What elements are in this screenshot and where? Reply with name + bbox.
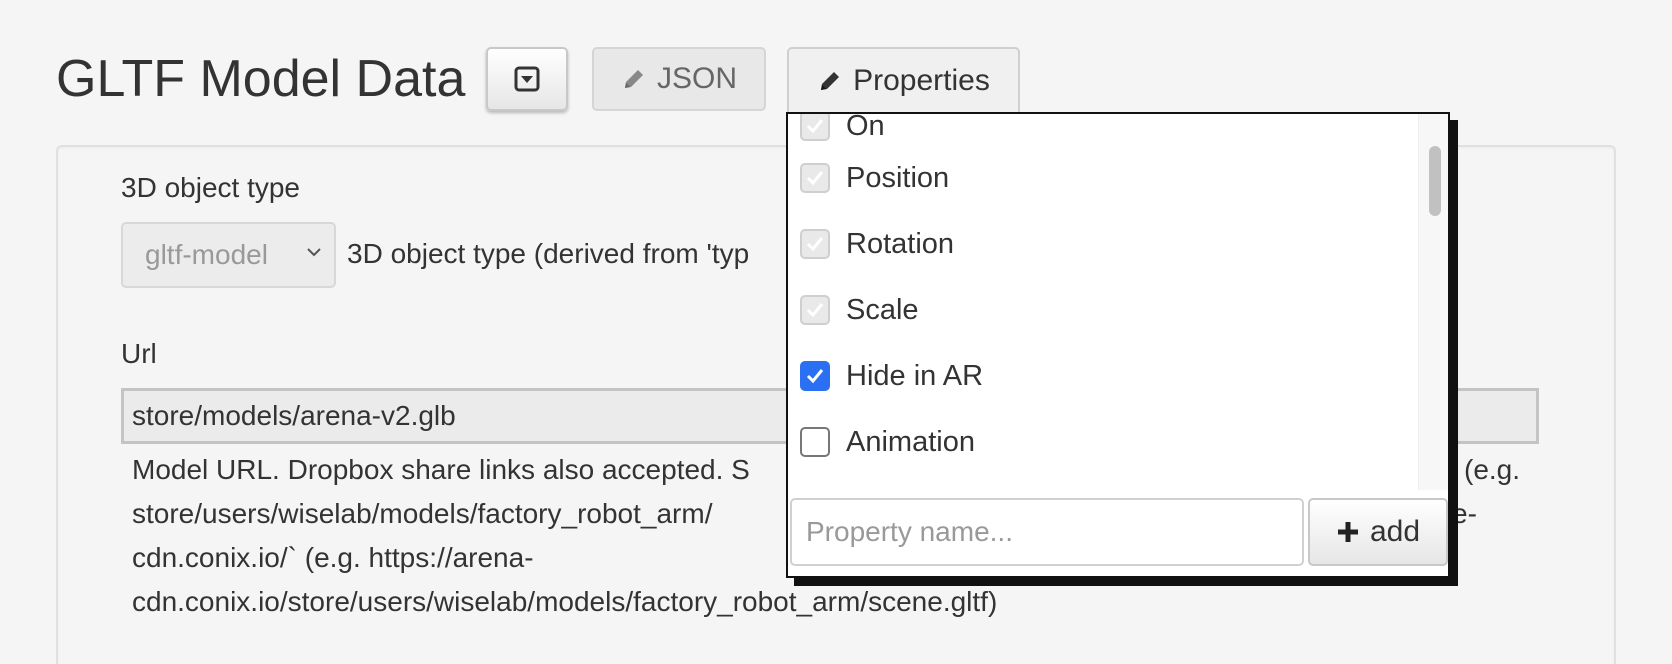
list-item[interactable]: On (800, 114, 885, 146)
properties-button-label: Properties (853, 64, 990, 97)
property-name-input[interactable] (790, 498, 1304, 566)
chevron-down-icon (307, 248, 321, 257)
check-icon (806, 369, 824, 384)
url-help-tail: (e.g. (1464, 454, 1521, 485)
object-type-value: gltf-model (145, 239, 268, 270)
properties-list[interactable]: On Position Rotation Scale Hide in AR An… (788, 114, 1418, 490)
object-type-label: 3D object type (121, 172, 300, 203)
property-label: Position (846, 161, 950, 194)
plus-icon (1337, 522, 1358, 542)
property-label: On (846, 114, 885, 142)
check-icon (806, 119, 824, 134)
scroll-thumb[interactable] (1429, 146, 1441, 216)
json-button-label: JSON (656, 62, 737, 95)
checkbox[interactable] (800, 361, 830, 391)
property-label: Hide in AR (846, 359, 984, 392)
list-item[interactable]: Rotation (800, 224, 954, 264)
popup-footer: add (788, 496, 1448, 576)
checkbox[interactable] (800, 163, 830, 193)
checkbox[interactable] (800, 427, 830, 457)
collapse-button[interactable] (486, 47, 568, 111)
scrollbar[interactable] (1418, 114, 1448, 490)
object-type-select[interactable]: gltf-model (121, 222, 336, 288)
add-button-label: add (1369, 515, 1421, 548)
property-label: Rotation (846, 227, 955, 260)
page-title: GLTF Model Data (56, 50, 466, 108)
list-item[interactable]: Position (800, 158, 949, 198)
properties-button[interactable]: Properties (787, 47, 1020, 113)
check-icon (806, 303, 824, 318)
checkbox[interactable] (800, 114, 830, 141)
property-label: Scale (846, 293, 919, 326)
url-help-tail: e- (1452, 498, 1477, 529)
checkbox[interactable] (800, 295, 830, 325)
list-item[interactable]: Scale (800, 290, 919, 330)
edit-json-button[interactable]: JSON (592, 47, 766, 111)
object-type-help: 3D object type (derived from 'typ (347, 238, 750, 269)
url-help-line: cdn.conix.io/store/users/wiselab/models/… (132, 586, 998, 617)
check-icon (806, 171, 824, 186)
page-header: GLTF Model Data (56, 44, 465, 114)
pencil-icon (821, 72, 840, 90)
checkbox[interactable] (800, 229, 830, 259)
property-label: Animation (846, 425, 975, 458)
list-item[interactable]: Hide in AR (800, 356, 983, 396)
add-property-button[interactable]: add (1308, 498, 1448, 566)
url-label: Url (121, 338, 157, 369)
collapse-icon (514, 66, 540, 92)
properties-popup: On Position Rotation Scale Hide in AR An… (786, 112, 1450, 578)
pencil-icon (624, 70, 643, 88)
check-icon (806, 237, 824, 252)
list-item[interactable]: Animation (800, 422, 975, 462)
